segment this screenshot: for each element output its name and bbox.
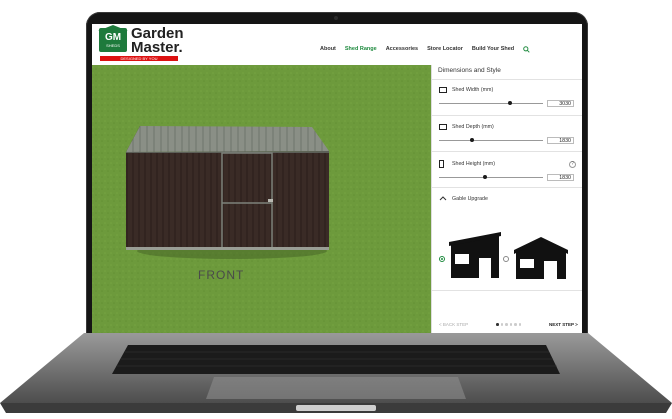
gable-option-gable-radio[interactable]: [503, 256, 509, 262]
divider: [432, 151, 582, 152]
brand-tagline: DESIGNED BY YOU: [100, 56, 178, 61]
width-icon: [439, 87, 447, 93]
step-dot: [500, 323, 503, 326]
step-dot: [518, 323, 521, 326]
back-step-button[interactable]: < BACK STEP: [439, 322, 468, 327]
width-slider[interactable]: [439, 101, 543, 105]
laptop-base: [0, 333, 672, 413]
height-slider-knob[interactable]: [482, 175, 487, 179]
next-step-button[interactable]: NEXT STEP >: [549, 322, 578, 327]
search-icon[interactable]: [523, 46, 530, 55]
step-dot: [505, 323, 508, 326]
brand-name-line2: Master.: [131, 39, 183, 56]
nav-store-locator[interactable]: Store Locator: [427, 46, 463, 55]
height-icon: [439, 160, 444, 168]
depth-label: Shed Depth (mm): [452, 124, 494, 130]
depth-slider-knob[interactable]: [470, 138, 475, 142]
step-indicator: [496, 323, 521, 326]
main-nav: About Shed Range Accessories Store Locat…: [320, 46, 530, 55]
gable-upgrade-label: Gable Upgrade: [452, 196, 488, 202]
nav-accessories[interactable]: Accessories: [386, 46, 418, 55]
width-input[interactable]: 3030: [547, 100, 574, 107]
divider: [432, 290, 582, 291]
step-dot: [514, 323, 517, 326]
gm-logo[interactable]: GM SHEDS: [99, 28, 127, 52]
logo-sub: SHEDS: [106, 43, 120, 48]
screen: GM SHEDS Garden Master. DESIGNED BY YOU …: [92, 24, 582, 333]
panel-title: Dimensions and Style: [438, 67, 501, 74]
gable-option-standard-radio[interactable]: [439, 256, 445, 262]
shed-3d-viewport[interactable]: FRONT: [92, 65, 431, 333]
step-dot: [496, 323, 499, 326]
height-input[interactable]: 1830: [547, 174, 574, 181]
nav-build-your-shed[interactable]: Build Your Shed: [472, 46, 514, 55]
webcam: [334, 16, 338, 20]
width-slider-knob[interactable]: [507, 101, 512, 105]
shed-render: [92, 65, 431, 333]
nav-about[interactable]: About: [320, 46, 336, 55]
shed-standard-icon[interactable]: [449, 232, 501, 280]
depth-input[interactable]: 1830: [547, 137, 574, 144]
height-label: Shed Height (mm): [452, 161, 495, 167]
step-dot: [509, 323, 512, 326]
config-panel: Dimensions and Style Shed Width (mm) 303…: [431, 65, 582, 333]
divider: [432, 115, 582, 116]
depth-slider[interactable]: [439, 138, 543, 142]
nav-shed-range[interactable]: Shed Range: [345, 46, 377, 55]
help-icon[interactable]: ?: [569, 161, 576, 168]
view-label: FRONT: [198, 268, 245, 282]
chevron-up-icon[interactable]: [439, 196, 447, 203]
site-header: GM SHEDS Garden Master. DESIGNED BY YOU …: [92, 24, 582, 65]
divider: [432, 79, 582, 80]
divider: [432, 187, 582, 188]
shed-gable-icon[interactable]: [514, 237, 568, 281]
height-slider[interactable]: [439, 175, 543, 179]
width-label: Shed Width (mm): [452, 87, 494, 93]
depth-icon: [439, 124, 447, 130]
logo-text: GM: [104, 32, 122, 43]
